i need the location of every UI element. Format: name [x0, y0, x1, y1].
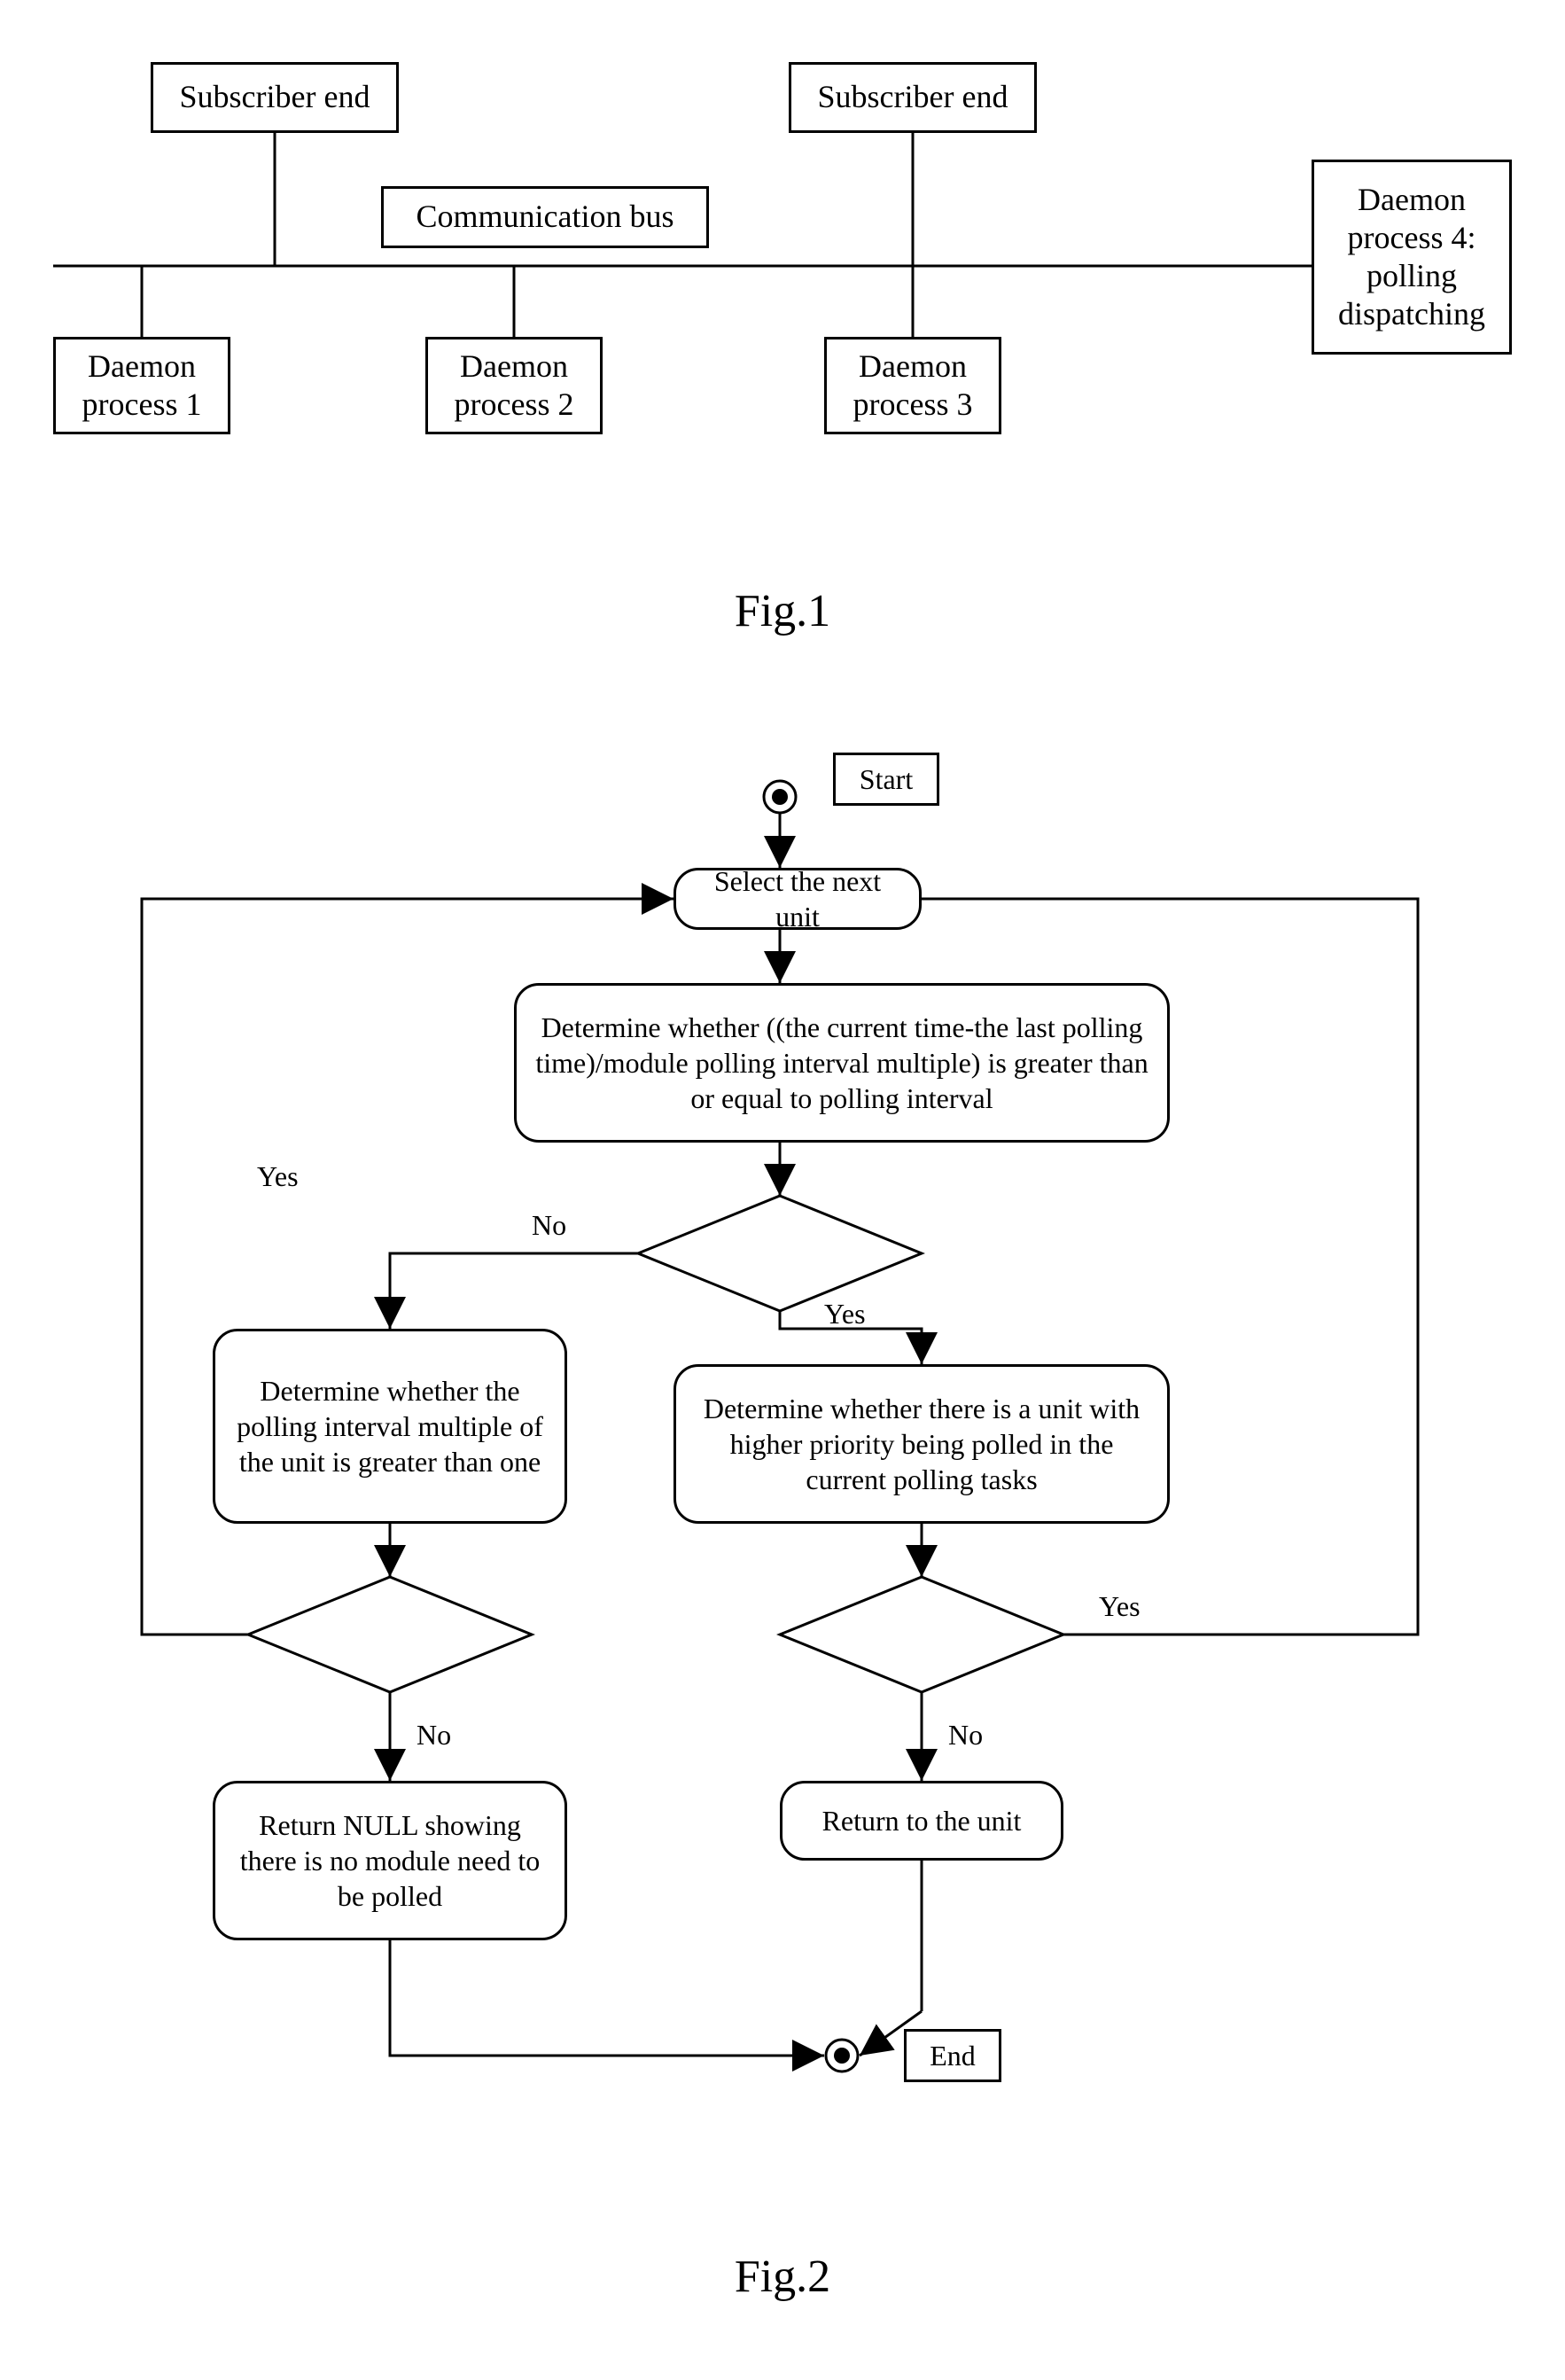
- check-interval: Determine whether ((the current time-the…: [514, 983, 1170, 1143]
- subscriber-end-2: Subscriber end: [789, 62, 1037, 133]
- end-label: End: [930, 2039, 976, 2072]
- start-label: Start: [860, 762, 913, 796]
- return-null-label: Return NULL showing there is no module n…: [228, 1807, 552, 1914]
- daemon4-label: Daemon process 4: polling dispatching: [1323, 181, 1500, 334]
- subscriber-end-1-label: Subscriber end: [180, 78, 370, 116]
- d3-no-label: No: [948, 1719, 983, 1752]
- d2-no-label: No: [417, 1719, 451, 1752]
- check-priority-label: Determine whether there is a unit with h…: [689, 1391, 1155, 1497]
- fig1-caption: Fig.1: [53, 585, 1512, 637]
- check-interval-label: Determine whether ((the current time-the…: [529, 1010, 1155, 1116]
- daemon-process-1: Daemon process 1: [53, 337, 230, 434]
- daemon-process-2: Daemon process 2: [425, 337, 603, 434]
- daemon2-label: Daemon process 2: [437, 347, 591, 424]
- fig2-caption: Fig.2: [53, 2251, 1512, 2303]
- daemon1-label: Daemon process 1: [65, 347, 219, 424]
- subscriber-end-2-label: Subscriber end: [818, 78, 1008, 116]
- subscriber-end-1: Subscriber end: [151, 62, 399, 133]
- daemon3-label: Daemon process 3: [836, 347, 990, 424]
- d1-no-label: No: [532, 1209, 566, 1242]
- daemon-process-4: Daemon process 4: polling dispatching: [1312, 160, 1512, 355]
- d3-yes-label: Yes: [1099, 1590, 1141, 1623]
- check-priority: Determine whether there is a unit with h…: [673, 1364, 1170, 1524]
- daemon-process-3: Daemon process 3: [824, 337, 1001, 434]
- check-multiple: Determine whether the polling interval m…: [213, 1329, 567, 1524]
- return-unit-label: Return to the unit: [822, 1803, 1022, 1838]
- return-null: Return NULL showing there is no module n…: [213, 1781, 567, 1940]
- start-box: Start: [833, 753, 939, 806]
- select-next-label: Select the next unit: [689, 863, 907, 934]
- communication-bus: Communication bus: [381, 186, 709, 248]
- communication-bus-label: Communication bus: [417, 198, 674, 236]
- check-multiple-label: Determine whether the polling interval m…: [228, 1373, 552, 1479]
- end-box: End: [904, 2029, 1001, 2082]
- d2-yes-label: Yes: [257, 1160, 299, 1193]
- d1-yes-label: Yes: [824, 1298, 866, 1330]
- select-next-unit: Select the next unit: [673, 868, 922, 930]
- return-unit: Return to the unit: [780, 1781, 1063, 1861]
